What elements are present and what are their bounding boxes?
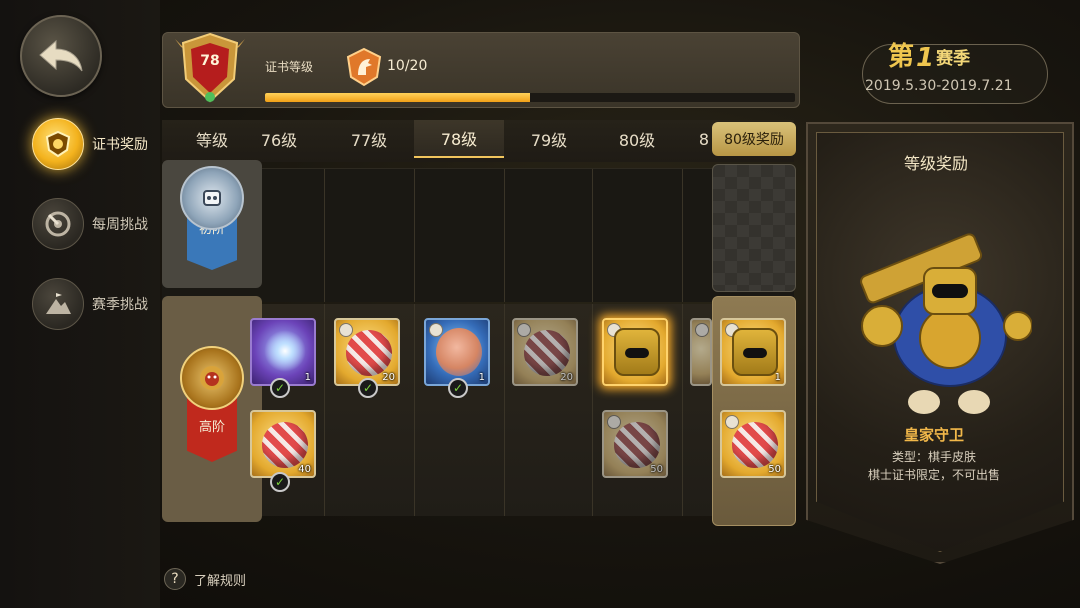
reward-qty: 20 xyxy=(382,372,395,383)
reward-qty: 1 xyxy=(304,372,311,383)
column-divider xyxy=(592,304,593,516)
guard-mask-icon xyxy=(614,328,660,376)
reward-card-partial[interactable] xyxy=(690,318,712,386)
mountain-flag-icon xyxy=(32,278,84,330)
reward-card-spark[interactable]: 1 xyxy=(250,318,316,386)
cert-level-label: 证书等级 xyxy=(265,60,314,74)
advanced-tier-label: 高阶 xyxy=(162,296,262,522)
reward-qty: 20 xyxy=(560,372,573,383)
back-arrow-icon xyxy=(39,39,83,72)
reward-qty: 50 xyxy=(768,464,781,475)
help-rules-link[interactable]: ? 了解规则 xyxy=(164,568,246,590)
striped-ball-icon xyxy=(732,422,778,468)
advanced-tier-text: 高阶 xyxy=(198,420,225,435)
striped-ball-icon xyxy=(262,422,308,468)
horse-badge-icon xyxy=(344,47,384,87)
royal-guard-figure-icon xyxy=(860,233,1032,414)
detail-title: 等级奖励 xyxy=(904,154,969,173)
reward-card-guard-skin[interactable] xyxy=(602,318,668,386)
column-80[interactable]: 80级 xyxy=(592,120,682,158)
column-divider xyxy=(504,169,505,302)
column-divider xyxy=(324,169,325,302)
sidebar-item-label: 每周挑战 xyxy=(92,217,148,233)
column-divider xyxy=(682,169,683,302)
item-type-badge-icon xyxy=(517,323,531,337)
column-79[interactable]: 79级 xyxy=(504,120,594,158)
level-header-label: 等级 xyxy=(195,131,228,150)
column-divider xyxy=(682,304,683,516)
lion-emblem-icon xyxy=(180,346,244,410)
reward-card-ball[interactable]: 40 xyxy=(250,410,316,478)
milestone-card-ball[interactable]: 50 xyxy=(720,410,786,478)
claimed-check-icon: ✓ xyxy=(358,378,378,398)
column-divider xyxy=(414,169,415,302)
item-type-badge-icon xyxy=(725,415,739,429)
item-type-badge-icon xyxy=(607,415,621,429)
item-type-badge-icon xyxy=(429,323,443,337)
column-divider xyxy=(414,304,415,516)
claimed-check-icon: ✓ xyxy=(270,472,290,492)
robot-emblem-icon xyxy=(180,166,244,230)
question-icon: ? xyxy=(164,568,186,590)
milestone-basic-slot xyxy=(712,164,796,292)
sidebar-item-label: 赛季挑战 xyxy=(92,297,148,313)
milestone-title: 80级奖励 xyxy=(712,122,796,156)
reward-card-ball[interactable]: 50 xyxy=(602,410,668,478)
column-78[interactable]: 78级 xyxy=(414,120,504,158)
item-type-badge-icon xyxy=(339,323,353,337)
basic-tier-label: 初阶 xyxy=(162,160,262,288)
level-number: 78 xyxy=(200,53,220,69)
item-type-badge-icon xyxy=(695,323,709,337)
striped-ball-icon xyxy=(346,330,392,376)
claimed-check-icon: ✓ xyxy=(270,378,290,398)
column-76[interactable]: 76级 xyxy=(250,120,308,158)
column-divider xyxy=(324,304,325,516)
column-divider xyxy=(504,304,505,516)
level-progress-bar: 78 证书等级 10/20 xyxy=(162,32,800,108)
xp-progress-text: 10/20 xyxy=(387,58,428,74)
season-dates: 2019.5.30-2019.7.21 xyxy=(865,78,1013,94)
sidebar-item-label: 证书奖励 xyxy=(92,137,148,153)
season-info: 第 1 赛季 2019.5.30-2019.7.21 xyxy=(862,36,1048,104)
help-label: 了解规则 xyxy=(194,573,247,589)
spark-item-icon xyxy=(264,330,306,372)
guard-mask-icon xyxy=(732,328,778,376)
reward-qty: 50 xyxy=(650,464,663,475)
back-button[interactable] xyxy=(20,15,102,97)
reward-qty: 1 xyxy=(774,372,781,383)
striped-ball-icon xyxy=(524,330,570,376)
claimed-check-icon: ✓ xyxy=(448,378,468,398)
reward-qty: 1 xyxy=(478,372,485,383)
sidebar-item-cert-rewards[interactable]: 证书奖励 xyxy=(32,118,148,170)
reward-card-hero[interactable]: 1 xyxy=(424,318,490,386)
target-icon xyxy=(32,198,84,250)
reward-card-ball[interactable]: 20 xyxy=(334,318,400,386)
hero-portrait-icon xyxy=(436,328,482,376)
season-title: 第 1 赛季 xyxy=(888,36,970,73)
skin-note: 棋士证书限定，不可出售 xyxy=(868,468,1001,482)
season-suffix: 赛季 xyxy=(936,49,971,69)
level-shield-icon: 78 xyxy=(173,31,247,109)
season-number: 1 xyxy=(916,43,935,73)
milestone-card-guard-skin[interactable]: 1 xyxy=(720,318,786,386)
reward-qty: 40 xyxy=(298,464,311,475)
sidebar-item-weekly-challenge[interactable]: 每周挑战 xyxy=(32,198,148,250)
xp-progress-track xyxy=(265,93,795,102)
striped-ball-icon xyxy=(614,422,660,468)
reward-detail-panel: 等级奖励 皇家守卫 类型：棋手皮肤 棋士证书限定，不可出售 xyxy=(806,122,1074,564)
season-prefix: 第 xyxy=(888,42,915,72)
reward-card-ball[interactable]: 20 xyxy=(512,318,578,386)
column-divider xyxy=(592,169,593,302)
sidebar-item-season-challenge[interactable]: 赛季挑战 xyxy=(32,278,148,330)
skin-name: 皇家守卫 xyxy=(904,426,965,444)
shield-badge-icon xyxy=(32,118,84,170)
xp-progress-fill xyxy=(265,93,530,102)
column-77[interactable]: 77级 xyxy=(324,120,414,158)
skin-type: 类型：棋手皮肤 xyxy=(892,450,977,464)
